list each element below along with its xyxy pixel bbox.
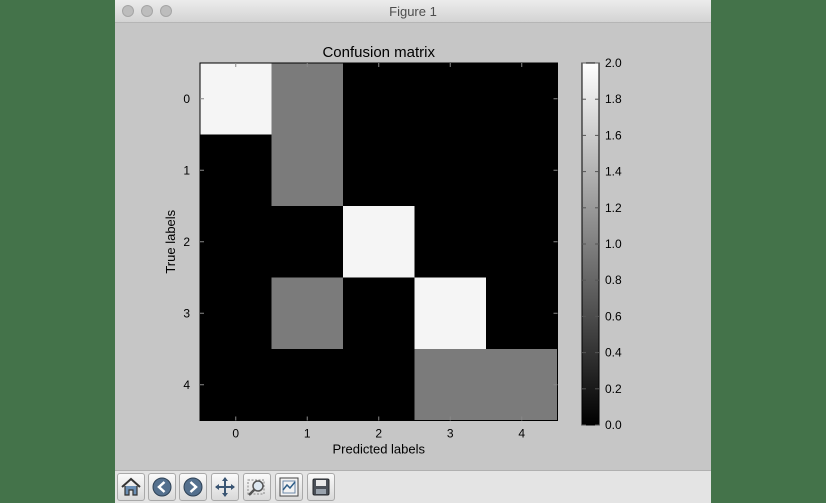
forward-button[interactable]	[179, 473, 207, 501]
window-title: Figure 1	[389, 4, 437, 19]
save-button[interactable]	[307, 473, 335, 501]
colorbar-tick-label: 1.6	[605, 128, 622, 142]
matrix-cell	[486, 206, 558, 278]
zoom-icon	[247, 479, 265, 496]
matrix-cell	[271, 349, 344, 421]
home-icon	[121, 477, 141, 496]
matrix-cell	[343, 349, 415, 421]
matrix-cell	[200, 63, 272, 135]
y-axis-label: True labels	[163, 209, 178, 273]
colorbar-tick-label: 1.8	[605, 92, 622, 106]
zoom-button[interactable]	[243, 473, 271, 501]
colorbar-tick-label: 0.6	[605, 309, 622, 323]
matrix-cell	[486, 63, 558, 135]
y-tick-label: 2	[183, 235, 190, 249]
x-tick-label: 3	[447, 427, 454, 441]
matrix-cell	[343, 134, 415, 207]
y-tick-label: 4	[183, 378, 190, 392]
matrix-cell	[486, 349, 558, 421]
colorbar-tick-label: 1.4	[605, 165, 622, 179]
matrix-cell	[271, 206, 344, 278]
title-bar: Figure 1	[115, 0, 711, 23]
x-tick-label: 1	[304, 427, 311, 441]
confusion-matrix-plot: 0 1 2 3 4 0 1 2 3 4 Confusion matrix Predicted la…	[163, 44, 622, 457]
matrix-cell	[414, 134, 487, 207]
matrix-cell	[486, 277, 558, 350]
matrix-cell	[271, 63, 344, 135]
figure-window: Figure 1 0 1 2 3 4 0 1 2 3 4 Confusion matrix Pre…	[115, 0, 711, 503]
colorbar-tick-label: 2.0	[605, 56, 622, 70]
matrix-cell	[486, 134, 558, 207]
matrix-cell	[271, 277, 344, 350]
y-tick-label: 0	[183, 92, 190, 106]
save-icon	[312, 478, 330, 496]
x-axis-label: Predicted labels	[333, 442, 426, 457]
matrix-cell	[200, 134, 272, 207]
matrix-cell	[271, 134, 344, 207]
colorbar-tick-label: 0.2	[605, 382, 622, 396]
chart-title: Confusion matrix	[322, 44, 435, 61]
matrix-cell	[414, 63, 487, 135]
matrix-cell	[343, 206, 415, 278]
x-tick-label: 4	[518, 427, 525, 441]
colorbar-tick-label: 0.4	[605, 346, 622, 360]
x-tick-label: 0	[232, 427, 239, 441]
matrix-cell	[414, 206, 487, 278]
matrix-cell	[414, 277, 487, 350]
figure-canvas: 0 1 2 3 4 0 1 2 3 4 Confusion matrix Predicted la…	[115, 23, 711, 468]
x-tick-label: 2	[375, 427, 382, 441]
subplots-icon	[279, 477, 299, 497]
colorbar-tick-label: 0.8	[605, 273, 622, 287]
y-tick-label: 3	[183, 306, 190, 320]
back-button[interactable]	[148, 473, 176, 501]
colorbar-tick-label: 1.0	[605, 237, 622, 251]
matrix-cell	[200, 349, 272, 421]
matrix-cell	[343, 277, 415, 350]
matrix-cell	[414, 349, 487, 421]
navigation-toolbar	[115, 470, 711, 503]
matrix-cell	[200, 277, 272, 350]
colorbar-tick-label: 1.2	[605, 201, 622, 215]
y-tick-label: 1	[183, 163, 190, 177]
matrix-cell	[200, 206, 272, 278]
back-icon	[152, 477, 172, 497]
pan-button[interactable]	[211, 473, 239, 501]
home-button[interactable]	[117, 473, 145, 501]
matrix-cell	[343, 63, 415, 135]
colorbar-tick-label: 0.0	[605, 418, 622, 432]
pan-icon	[215, 477, 235, 497]
forward-icon	[183, 477, 203, 497]
subplots-button[interactable]	[275, 473, 303, 501]
